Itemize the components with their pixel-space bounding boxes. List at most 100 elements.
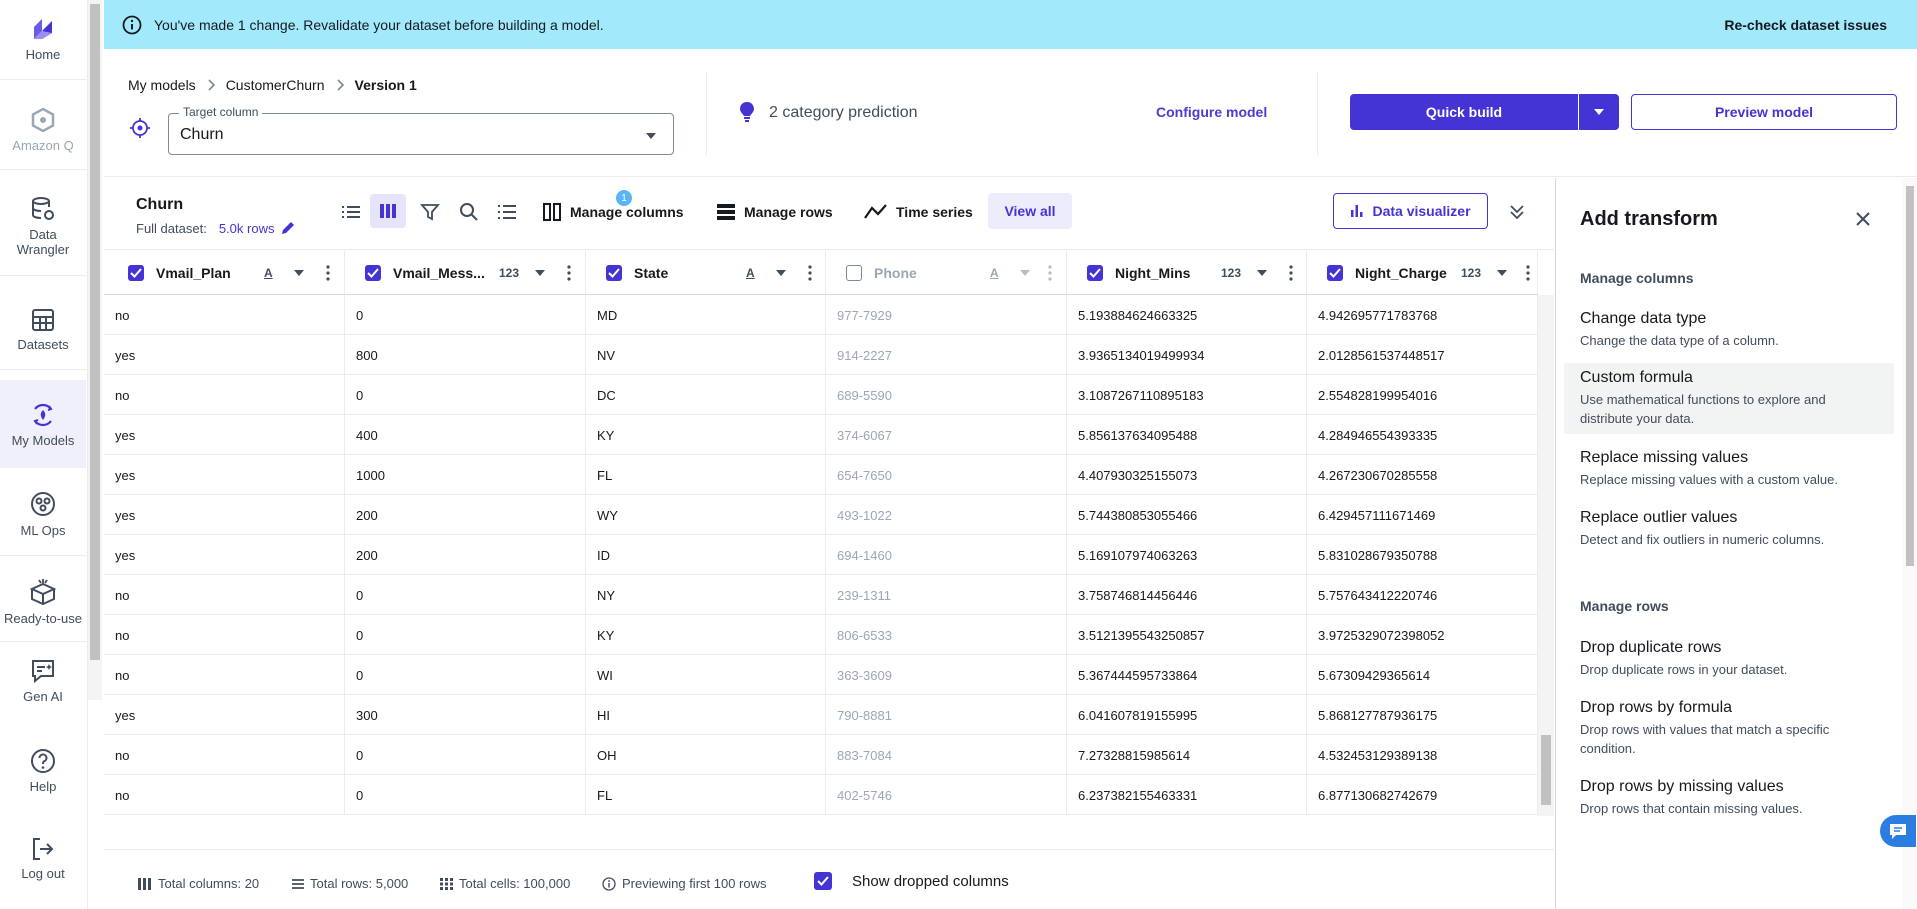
table-cell[interactable]: 806-6533 <box>826 615 1067 655</box>
list-view-icon[interactable] <box>340 202 362 222</box>
table-cell[interactable]: no <box>104 575 345 615</box>
column-header-vmail-plan[interactable]: Vmail_Plan A <box>104 251 345 295</box>
configure-model-link[interactable]: Configure model <box>1156 104 1267 120</box>
nav-my-models[interactable]: My Models <box>0 380 86 468</box>
table-cell[interactable]: 4.267230670285558 <box>1307 455 1538 495</box>
close-icon[interactable] <box>1855 211 1871 227</box>
table-cell[interactable]: 1000 <box>345 455 586 495</box>
more-options-icon[interactable] <box>1526 265 1530 281</box>
table-cell[interactable]: 6.237382155463331 <box>1067 775 1307 815</box>
nav-scrollbar[interactable] <box>88 0 102 700</box>
column-header-state[interactable]: State A <box>586 251 826 295</box>
more-options-icon[interactable] <box>326 265 330 281</box>
table-cell[interactable]: KY <box>586 615 826 655</box>
transform-custom-formula[interactable]: Custom formula Use mathematical function… <box>1564 363 1894 434</box>
transform-replace-outlier[interactable]: Replace outlier values Detect and fix ou… <box>1564 503 1894 555</box>
column-header-night-charge[interactable]: Night_Charge 123 <box>1307 251 1538 295</box>
table-cell[interactable]: 977-7929 <box>826 295 1067 335</box>
table-cell[interactable]: no <box>104 735 345 775</box>
view-all-button[interactable]: View all <box>988 193 1072 229</box>
transform-drop-by-missing[interactable]: Drop rows by missing values Drop rows th… <box>1564 772 1894 824</box>
table-cell[interactable]: 363-3609 <box>826 655 1067 695</box>
table-cell[interactable]: KY <box>586 415 826 455</box>
column-checkbox[interactable] <box>846 264 862 281</box>
nav-amazon-q[interactable]: Amazon Q <box>0 90 86 170</box>
table-cell[interactable]: 0 <box>345 735 586 775</box>
table-cell[interactable]: 4.407930325155073 <box>1067 455 1307 495</box>
panel-scrollbar[interactable] <box>1902 178 1917 909</box>
table-cell[interactable]: no <box>104 775 345 815</box>
table-cell[interactable]: 5.169107974063263 <box>1067 535 1307 575</box>
transform-change-data-type[interactable]: Change data type Change the data type of… <box>1564 304 1894 356</box>
table-cell[interactable]: 239-1311 <box>826 575 1067 615</box>
manage-columns-button[interactable]: Manage columns <box>542 202 684 222</box>
table-cell[interactable]: FL <box>586 775 826 815</box>
table-cell[interactable]: 689-5590 <box>826 375 1067 415</box>
more-options-icon[interactable] <box>808 265 812 281</box>
search-icon[interactable] <box>459 202 479 222</box>
caret-down-icon[interactable] <box>535 270 545 277</box>
caret-down-icon[interactable] <box>1020 270 1030 277</box>
table-cell[interactable]: NV <box>586 335 826 375</box>
table-cell[interactable]: 5.744380853055466 <box>1067 495 1307 535</box>
table-cell[interactable]: 4.532453129389138 <box>1307 735 1538 775</box>
table-cell[interactable]: yes <box>104 455 345 495</box>
manage-rows-button[interactable]: Manage rows <box>716 202 833 222</box>
table-cell[interactable]: 6.877130682742679 <box>1307 775 1538 815</box>
nav-home[interactable]: Home <box>0 0 86 80</box>
table-cell[interactable]: 914-2227 <box>826 335 1067 375</box>
recheck-dataset-link[interactable]: Re-check dataset issues <box>1724 17 1887 33</box>
table-cell[interactable]: 5.193884624663325 <box>1067 295 1307 335</box>
table-cell[interactable]: 2.554828199954016 <box>1307 375 1538 415</box>
table-cell[interactable]: FL <box>586 455 826 495</box>
data-visualizer-button[interactable]: Data visualizer <box>1333 193 1488 229</box>
table-cell[interactable]: 790-8881 <box>826 695 1067 735</box>
column-checkbox[interactable] <box>606 264 622 281</box>
nav-datasets[interactable]: Datasets <box>0 290 86 370</box>
feedback-chat-button[interactable] <box>1880 815 1916 847</box>
table-cell[interactable]: 3.1087267110895183 <box>1067 375 1307 415</box>
table-cell[interactable]: 3.5121395543250857 <box>1067 615 1307 655</box>
transform-replace-missing[interactable]: Replace missing values Replace missing v… <box>1564 443 1894 495</box>
table-cell[interactable]: yes <box>104 535 345 575</box>
more-options-icon[interactable] <box>1048 265 1052 281</box>
caret-down-icon[interactable] <box>1497 270 1507 277</box>
time-series-button[interactable]: Time series <box>864 202 973 222</box>
table-cell[interactable]: 0 <box>345 615 586 655</box>
pencil-icon[interactable] <box>280 220 296 236</box>
table-cell[interactable]: 800 <box>345 335 586 375</box>
table-cell[interactable]: yes <box>104 495 345 535</box>
scroll-thumb[interactable] <box>1906 186 1914 566</box>
table-cell[interactable]: 0 <box>345 655 586 695</box>
caret-down-icon[interactable] <box>776 270 786 277</box>
scroll-thumb[interactable] <box>90 4 100 660</box>
table-cell[interactable]: 4.942695771783768 <box>1307 295 1538 335</box>
column-checkbox[interactable] <box>365 264 381 281</box>
table-cell[interactable]: 654-7650 <box>826 455 1067 495</box>
table-cell[interactable]: OH <box>586 735 826 775</box>
table-cell[interactable]: no <box>104 375 345 415</box>
table-cell[interactable]: 374-6067 <box>826 415 1067 455</box>
table-cell[interactable]: 5.856137634095488 <box>1067 415 1307 455</box>
table-cell[interactable]: yes <box>104 335 345 375</box>
caret-down-icon[interactable] <box>294 270 304 277</box>
table-cell[interactable]: yes <box>104 695 345 735</box>
collapse-chevron-icon[interactable] <box>1507 203 1527 221</box>
scroll-thumb[interactable] <box>1541 735 1551 805</box>
table-cell[interactable]: 5.831028679350788 <box>1307 535 1538 575</box>
show-dropped-checkbox[interactable] <box>814 872 832 890</box>
column-checkbox[interactable] <box>1087 264 1103 281</box>
nav-ml-ops[interactable]: ML Ops <box>0 472 86 556</box>
table-cell[interactable]: 883-7084 <box>826 735 1067 775</box>
table-cell[interactable]: 5.367444595733864 <box>1067 655 1307 695</box>
column-checkbox[interactable] <box>1327 264 1343 281</box>
table-cell[interactable]: 0 <box>345 575 586 615</box>
table-cell[interactable]: yes <box>104 415 345 455</box>
table-cell[interactable]: 694-1460 <box>826 535 1067 575</box>
column-header-phone[interactable]: Phone A <box>826 251 1067 295</box>
table-cell[interactable]: 3.758746814456446 <box>1067 575 1307 615</box>
table-cell[interactable]: 5.757643412220746 <box>1307 575 1538 615</box>
column-checkbox[interactable] <box>128 264 144 281</box>
table-cell[interactable]: 5.868127787936175 <box>1307 695 1538 735</box>
table-cell[interactable]: 0 <box>345 295 586 335</box>
